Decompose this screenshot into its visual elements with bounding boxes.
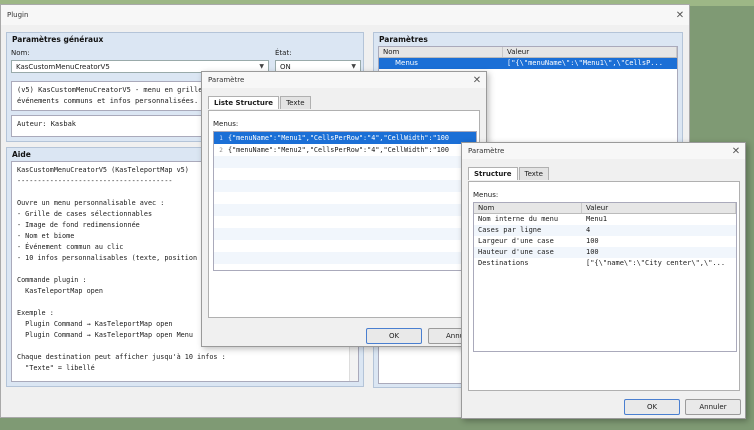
tab-text[interactable]: Texte	[518, 167, 549, 180]
general-params-title: Paramètres généraux	[12, 35, 104, 44]
table-row[interactable]: Largeur d'une case 100	[474, 236, 736, 247]
row-value: 100	[586, 248, 599, 256]
ok-button[interactable]: OK	[366, 328, 422, 344]
name-label: Nom:	[11, 49, 30, 57]
col-value-header[interactable]: Valeur	[503, 47, 677, 57]
line-number: 2	[219, 146, 223, 154]
dialog1-tabs: Liste Structure Texte	[208, 96, 312, 109]
author-text: Auteur: Kasbak	[17, 120, 77, 128]
params-row-menus[interactable]: Menus ["{\"menuName\":\"Menu1\",\"CellsP…	[379, 58, 677, 69]
table-row[interactable]: Cases par ligne 4	[474, 225, 736, 236]
param-value: ["{\"menuName\":\"Menu1\",\"CellsP...	[507, 59, 663, 67]
row-value: 100	[586, 237, 599, 245]
structure-table: Nom Valeur Nom interne du menu Menu1 Cas…	[473, 202, 737, 352]
dialog2-title: Paramètre	[468, 147, 505, 155]
dialog2-tabs: Structure Texte	[468, 167, 550, 180]
close-icon[interactable]: ✕	[671, 6, 689, 24]
ok-button[interactable]: OK	[624, 399, 680, 415]
row-value: ["{\"name\":\"City center\",\"...	[586, 259, 726, 267]
dialog1-titlebar: Paramètre ✕	[202, 72, 486, 88]
line-number: 1	[219, 134, 223, 142]
plugin-titlebar: Plugin ✕	[1, 5, 689, 25]
row-name: Largeur d'une case	[478, 237, 554, 245]
list-item-empty[interactable]	[214, 216, 476, 228]
close-icon[interactable]: ✕	[468, 71, 486, 89]
help-line: Chaque destination peut afficher jusqu'à…	[17, 353, 226, 361]
list-item-empty[interactable]	[214, 156, 476, 168]
list-item-empty[interactable]	[214, 168, 476, 180]
list-item-text: {"menuName":"Menu1","CellsPerRow":"4","C…	[228, 134, 449, 142]
chevron-down-icon: ▼	[351, 63, 356, 70]
list-item-empty[interactable]	[214, 192, 476, 204]
list-item[interactable]: 2 {"menuName":"Menu2","CellsPerRow":"4",…	[214, 144, 476, 156]
table-row[interactable]: Nom interne du menu Menu1	[474, 214, 736, 225]
close-icon[interactable]: ✕	[727, 142, 745, 160]
tab-structure[interactable]: Structure	[468, 167, 518, 180]
plugin-window-title: Plugin	[7, 11, 29, 19]
list-item-empty[interactable]	[214, 252, 476, 264]
help-line: "Texte" = libellé	[17, 364, 95, 372]
list-item-empty[interactable]	[214, 180, 476, 192]
state-value: ON	[280, 62, 291, 71]
state-label: État:	[275, 49, 292, 57]
tab-text[interactable]: Texte	[280, 96, 311, 109]
list-item-empty[interactable]	[214, 228, 476, 240]
menus-group-label: Menus:	[473, 191, 499, 199]
dialog1-panel: Menus: 1 {"menuName":"Menu1","CellsPerRo…	[208, 110, 480, 318]
list-item-empty[interactable]	[214, 240, 476, 252]
plugin-name-value: KasCustomMenuCreatorV5	[16, 62, 110, 71]
col-name-header[interactable]: Nom	[474, 203, 582, 213]
col-name-header[interactable]: Nom	[379, 47, 503, 57]
dialog2-titlebar: Paramètre ✕	[462, 143, 745, 159]
menus-list: 1 {"menuName":"Menu1","CellsPerRow":"4",…	[213, 131, 477, 271]
col-value-header[interactable]: Valeur	[582, 203, 736, 213]
tab-structure-list[interactable]: Liste Structure	[208, 96, 280, 109]
dialog2-panel: Menus: Nom Valeur Nom interne du menu Me…	[468, 181, 740, 391]
table-row[interactable]: Destinations ["{\"name\":\"City center\"…	[474, 258, 736, 269]
param-name: Menus	[395, 59, 418, 67]
list-item-empty[interactable]	[214, 204, 476, 216]
cancel-button[interactable]: Annuler	[685, 399, 741, 415]
structure-dialog: Paramètre ✕ Structure Texte Menus: Nom V…	[461, 142, 746, 419]
row-name: Hauteur d'une case	[478, 248, 554, 256]
row-value: Menu1	[586, 215, 608, 223]
row-name: Nom interne du menu	[478, 215, 559, 223]
table-row[interactable]: Hauteur d'une case 100	[474, 247, 736, 258]
chevron-down-icon: ▼	[259, 63, 264, 70]
row-value: 4	[586, 226, 591, 234]
row-name: Destinations	[478, 259, 529, 267]
menus-label: Menus:	[213, 120, 239, 128]
list-item[interactable]: 1 {"menuName":"Menu1","CellsPerRow":"4",…	[214, 132, 476, 144]
params-table-header: Nom Valeur	[379, 47, 677, 58]
params-title: Paramètres	[379, 35, 428, 44]
structure-list-dialog: Paramètre ✕ Liste Structure Texte Menus:…	[201, 71, 487, 347]
structure-table-header: Nom Valeur	[474, 203, 736, 214]
row-name: Cases par ligne	[478, 226, 542, 234]
dialog1-title: Paramètre	[208, 76, 245, 84]
list-item-text: {"menuName":"Menu2","CellsPerRow":"4","C…	[228, 146, 449, 154]
